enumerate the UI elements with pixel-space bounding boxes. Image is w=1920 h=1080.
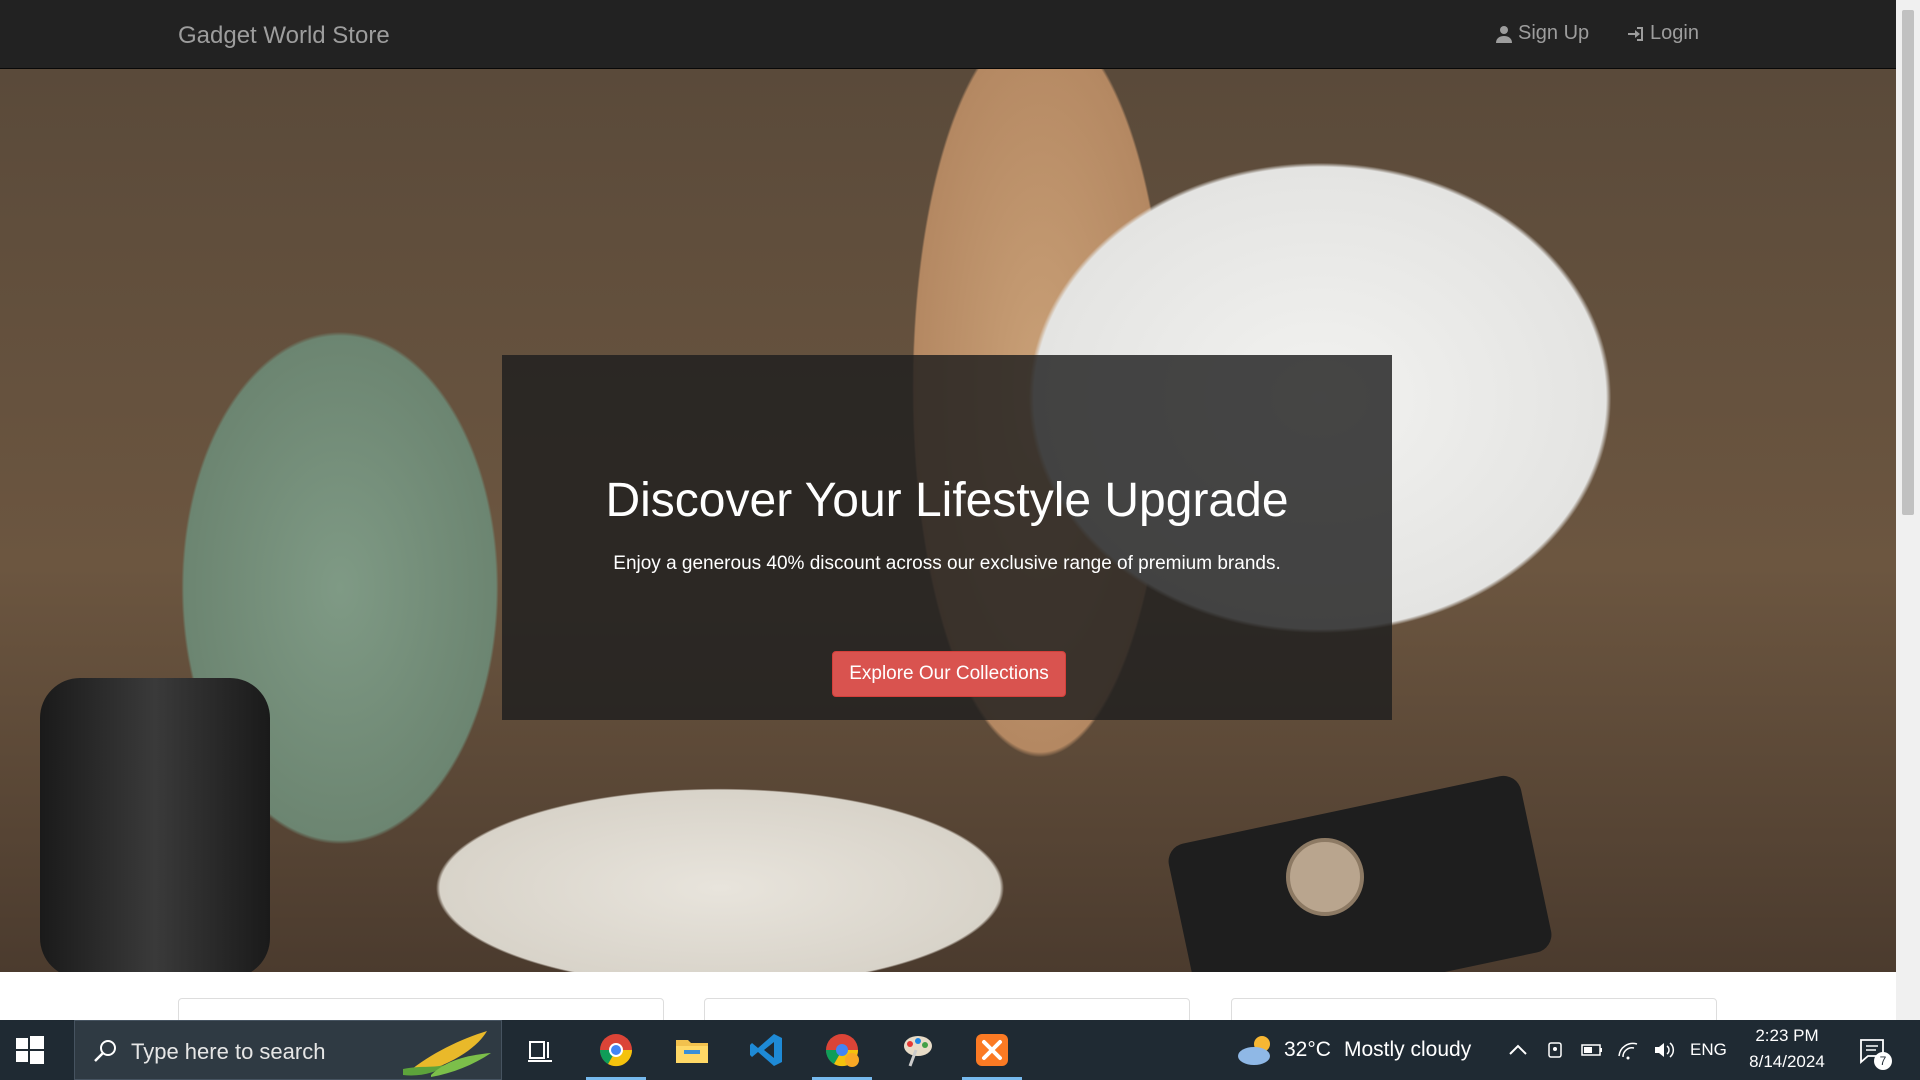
hero-background-lens [40,678,270,972]
weather-cloud-icon [1238,1036,1270,1065]
xampp-icon[interactable] [962,1030,1022,1080]
hero-banner: Discover Your Lifestyle Upgrade Enjoy a … [0,68,1896,972]
paint-icon[interactable] [898,1030,938,1070]
login-icon [1628,26,1643,41]
corn-icon [403,1031,491,1077]
vscode-icon[interactable] [746,1030,786,1070]
windows-taskbar: Type here to search 32°C Mostly cloudy E… [0,1020,1920,1080]
browser-viewport: Gadget World Store Sign Up Login Discove… [0,0,1896,1020]
chrome-icon[interactable] [586,1030,646,1080]
meet-now-icon[interactable] [1544,1038,1568,1062]
task-view-icon[interactable] [520,1030,560,1070]
weather-description[interactable]: Mostly cloudy [1344,1038,1471,1062]
clock-time[interactable]: 2:23 PM [1752,1026,1822,1046]
login-label: Login [1650,22,1699,44]
login-link[interactable]: Login [1626,22,1699,45]
weather-temperature[interactable]: 32°C [1284,1038,1331,1062]
hero-background-emblem [1286,838,1364,916]
search-icon [94,1040,116,1062]
notification-badge: 7 [1874,1052,1892,1070]
navbar: Gadget World Store Sign Up Login [0,0,1896,69]
hero-caption-box: Discover Your Lifestyle Upgrade Enjoy a … [502,355,1392,720]
user-icon [1496,25,1512,43]
hero-cta-wrapper: Explore Our Collections [502,355,1392,720]
scrollbar-thumb[interactable] [1902,10,1914,515]
battery-icon[interactable] [1580,1038,1604,1062]
taskbar-search-box[interactable]: Type here to search [74,1020,502,1080]
volume-icon[interactable] [1652,1038,1676,1062]
windows-start-icon[interactable] [14,1034,46,1066]
explore-collections-button[interactable]: Explore Our Collections [832,651,1066,697]
brand-link[interactable]: Gadget World Store [178,22,390,50]
product-card[interactable] [178,998,664,1020]
wifi-icon[interactable] [1616,1038,1640,1062]
product-card[interactable] [704,998,1190,1020]
chrome-canary-icon[interactable] [812,1030,872,1080]
file-explorer-icon[interactable] [672,1030,712,1070]
search-placeholder: Type here to search [131,1039,326,1064]
clock-date[interactable]: 8/14/2024 [1740,1052,1834,1072]
signup-link[interactable]: Sign Up [1494,22,1589,45]
product-card[interactable] [1231,998,1717,1020]
chevron-up-icon[interactable] [1506,1038,1530,1062]
signup-label: Sign Up [1518,22,1590,44]
language-indicator[interactable]: ENG [1690,1040,1727,1060]
page-scrollbar[interactable] [1896,0,1920,1020]
